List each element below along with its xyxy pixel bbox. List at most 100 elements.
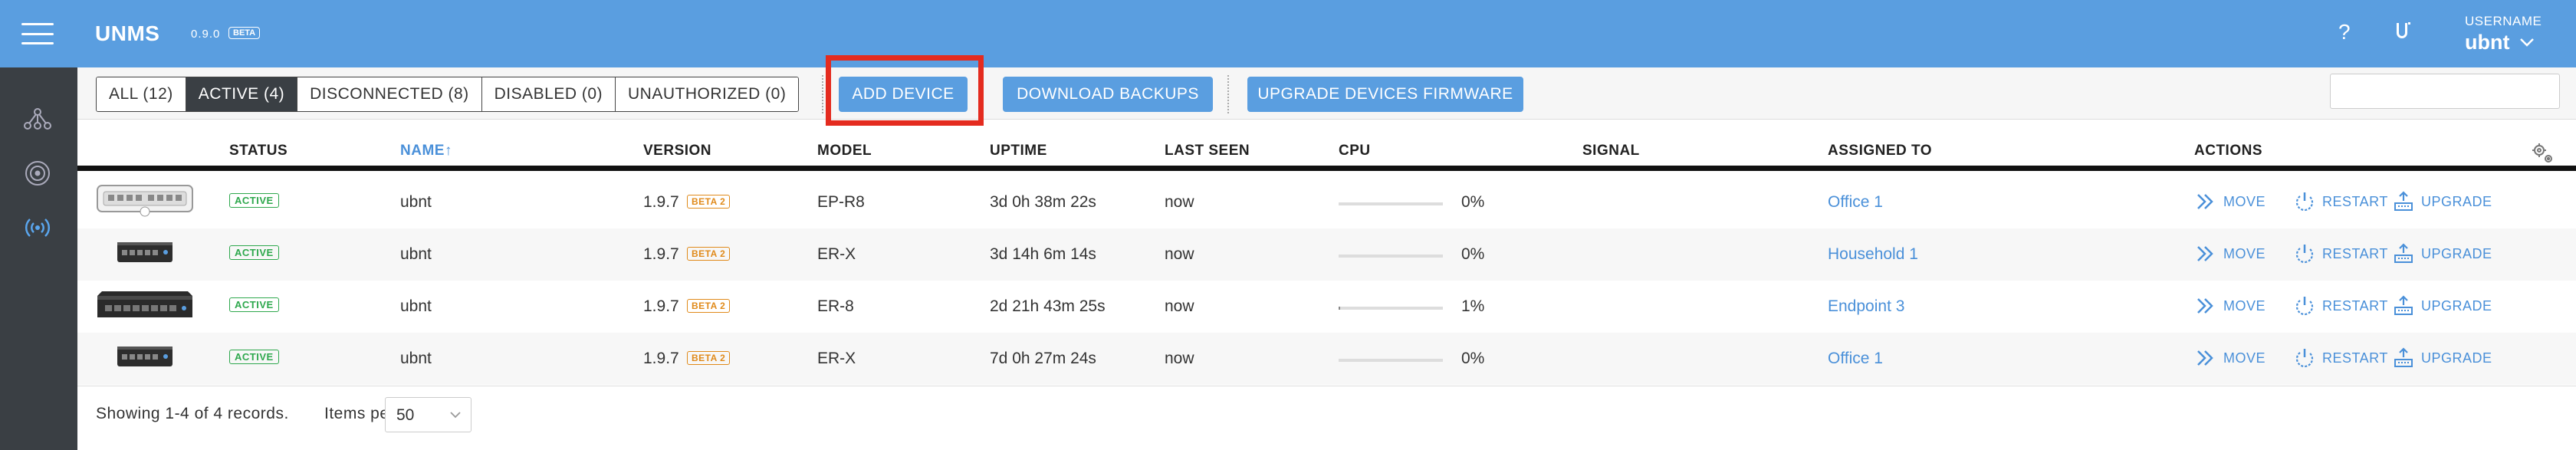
add-device-highlight-box — [826, 55, 984, 126]
device-uptime: 3d 0h 38m 22s — [990, 193, 1096, 211]
restart-button[interactable]: RESTART — [2293, 347, 2388, 370]
column-name-label: NAME — [400, 143, 445, 159]
move-label: MOVE — [2223, 193, 2266, 209]
column-actions: ACTIONS — [2194, 143, 2262, 159]
status-badge: ACTIVE — [229, 350, 279, 364]
column-model[interactable]: MODEL — [817, 143, 872, 159]
cpu-usage-value: 0% — [1461, 350, 1485, 367]
assigned-site-link[interactable]: Office 1 — [1828, 193, 1883, 212]
device-model: EP-R8 — [817, 193, 865, 211]
status-badge: ACTIVE — [229, 193, 279, 208]
er-x-router-icon — [117, 242, 172, 262]
device-name: ubnt — [400, 193, 432, 211]
ep-r8-router-icon — [97, 185, 193, 217]
restart-button[interactable]: RESTART — [2293, 190, 2388, 213]
device-name: ubnt — [400, 297, 432, 315]
column-assigned-to[interactable]: ASSIGNED TO — [1828, 143, 1932, 159]
upgrade-label: UPGRADE — [2421, 350, 2492, 366]
column-name[interactable]: NAME↑ — [400, 143, 452, 159]
move-button[interactable]: MOVE — [2194, 347, 2266, 370]
filter-disconnected[interactable]: DISCONNECTED (8) — [297, 77, 482, 111]
toolbar-divider — [1227, 75, 1229, 113]
assigned-site-link[interactable]: Endpoint 3 — [1828, 297, 1904, 316]
column-last-seen[interactable]: LAST SEEN — [1165, 143, 1250, 159]
cpu-usage-value: 0% — [1461, 245, 1485, 263]
move-label: MOVE — [2223, 245, 2266, 261]
beta-badge: BETA 2 — [687, 247, 731, 261]
filter-unauthorized[interactable]: UNAUTHORIZED (0) — [616, 77, 799, 111]
upgrade-button[interactable]: UPGRADE — [2392, 347, 2492, 370]
top-header: UNMS 0.9.0 BETA ? USERNAME ubnt — [0, 0, 2576, 67]
hamburger-menu-icon[interactable] — [21, 23, 54, 44]
device-last-seen: now — [1165, 297, 1194, 315]
download-backups-button[interactable]: DOWNLOAD BACKUPS — [1003, 77, 1213, 112]
filter-all[interactable]: ALL (12) — [97, 77, 186, 111]
upgrade-button[interactable]: UPGRADE — [2392, 190, 2492, 213]
cpu-usage-bar — [1339, 359, 1443, 362]
upgrade-button[interactable]: UPGRADE — [2392, 294, 2492, 317]
table-row[interactable]: ACTIVE ubnt 1.9.7 BETA 2 ER-X 3d 14h 6m … — [77, 228, 2576, 281]
username[interactable]: ubnt — [2465, 31, 2509, 54]
table-row[interactable]: ACTIVE ubnt 1.9.7 BETA 2 ER-8 2d 21h 43m… — [77, 281, 2576, 333]
status-badge: ACTIVE — [229, 297, 279, 312]
cpu-usage-value: 0% — [1461, 193, 1485, 211]
upgrade-firmware-icon — [2394, 295, 2413, 315]
toolbar-divider — [822, 75, 823, 113]
column-cpu[interactable]: CPU — [1339, 143, 1371, 159]
er-8-router-icon — [97, 291, 192, 317]
column-version[interactable]: VERSION — [643, 143, 711, 159]
column-signal[interactable]: SIGNAL — [1582, 143, 1640, 159]
network-topology-icon[interactable] — [20, 101, 55, 136]
column-uptime[interactable]: UPTIME — [990, 143, 1047, 159]
upgrade-label: UPGRADE — [2421, 193, 2492, 209]
beta-badge: BETA 2 — [687, 351, 731, 365]
filter-active[interactable]: ACTIVE (4) — [186, 77, 298, 111]
help-icon[interactable]: ? — [2338, 20, 2351, 44]
status-filter-group: ALL (12) ACTIVE (4) DISCONNECTED (8) DIS… — [96, 77, 800, 112]
upgrade-firmware-icon — [2394, 347, 2413, 367]
ubiquiti-logo-icon[interactable] — [2390, 20, 2413, 43]
chevron-down-icon[interactable] — [2518, 34, 2535, 51]
device-last-seen: now — [1165, 245, 1194, 263]
sites-target-icon[interactable] — [20, 156, 55, 191]
move-icon — [2197, 350, 2213, 366]
table-row[interactable]: ACTIVE ubnt 1.9.7 BETA 2 ER-X 7d 0h 27m … — [77, 333, 2576, 385]
table-row[interactable]: ACTIVE ubnt 1.9.7 BETA 2 EP-R8 3d 0h 38m… — [77, 176, 2576, 228]
restart-icon — [2295, 192, 2314, 212]
restart-icon — [2295, 245, 2314, 264]
upgrade-firmware-icon — [2394, 191, 2413, 211]
cpu-usage-bar — [1339, 202, 1443, 205]
beta-badge: BETA 2 — [687, 195, 731, 209]
restart-button[interactable]: RESTART — [2293, 294, 2388, 317]
move-label: MOVE — [2223, 350, 2266, 366]
upgrade-button[interactable]: UPGRADE — [2392, 242, 2492, 265]
device-model: ER-X — [817, 350, 856, 367]
er-x-router-icon — [117, 347, 172, 366]
assigned-site-link[interactable]: Office 1 — [1828, 350, 1883, 368]
toolbar: ALL (12) ACTIVE (4) DISCONNECTED (8) DIS… — [77, 67, 2576, 120]
restart-label: RESTART — [2322, 350, 2388, 366]
search-input[interactable] — [2330, 74, 2560, 109]
chevron-down-icon — [450, 412, 461, 419]
move-button[interactable]: MOVE — [2194, 190, 2266, 213]
upgrade-firmware-icon — [2394, 243, 2413, 263]
column-settings-gear-icon[interactable] — [2530, 141, 2555, 166]
restart-button[interactable]: RESTART — [2293, 242, 2388, 265]
sidebar — [0, 67, 77, 450]
filter-disabled[interactable]: DISABLED (0) — [481, 77, 616, 111]
device-uptime: 2d 21h 43m 25s — [990, 297, 1106, 315]
beta-badge: BETA 2 — [687, 299, 731, 313]
device-version: 1.9.7 — [643, 245, 679, 263]
move-label: MOVE — [2223, 297, 2266, 314]
upgrade-label: UPGRADE — [2421, 245, 2492, 261]
column-status[interactable]: STATUS — [229, 143, 288, 159]
assigned-site-link[interactable]: Household 1 — [1828, 245, 1918, 264]
move-button[interactable]: MOVE — [2194, 294, 2266, 317]
items-per-page-select[interactable]: 50 — [385, 397, 472, 432]
table-header: STATUS NAME↑ VERSION MODEL UPTIME LAST S… — [77, 130, 2576, 171]
beta-badge: BETA — [228, 27, 261, 39]
upgrade-label: UPGRADE — [2421, 297, 2492, 314]
upgrade-devices-firmware-button[interactable]: UPGRADE DEVICES FIRMWARE — [1247, 77, 1523, 112]
move-button[interactable]: MOVE — [2194, 242, 2266, 265]
devices-antenna-icon[interactable] — [20, 210, 55, 245]
